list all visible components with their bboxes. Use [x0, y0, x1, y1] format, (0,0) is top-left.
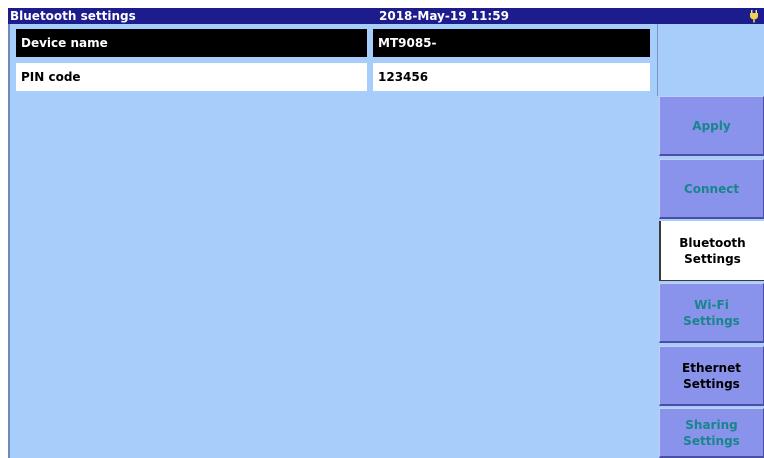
softkey-panel-header: [657, 24, 764, 96]
power-plug-icon: [747, 9, 761, 23]
bluetooth-settings-screen: Bluetooth settings 2018-May-19 11:59 Dev…: [8, 8, 764, 458]
sharing-settings-tab[interactable]: Sharing Settings: [659, 408, 764, 458]
date-time: 2018-May-19 11:59: [379, 9, 509, 23]
left-border: [8, 24, 10, 458]
device-name-label[interactable]: Device name: [16, 29, 367, 57]
wifi-settings-tab[interactable]: Wi-Fi Settings: [659, 283, 764, 343]
connect-button[interactable]: Connect: [659, 159, 764, 219]
apply-button[interactable]: Apply: [659, 96, 764, 156]
title-bar: Bluetooth settings 2018-May-19 11:59: [8, 8, 764, 24]
screen-title: Bluetooth settings: [10, 9, 136, 23]
ethernet-settings-tab[interactable]: Ethernet Settings: [659, 346, 764, 406]
pin-code-label[interactable]: PIN code: [16, 63, 367, 91]
device-name-value[interactable]: MT9085-: [373, 29, 650, 57]
pin-code-value[interactable]: 123456: [373, 63, 650, 91]
bluetooth-settings-tab[interactable]: Bluetooth Settings: [659, 221, 764, 281]
